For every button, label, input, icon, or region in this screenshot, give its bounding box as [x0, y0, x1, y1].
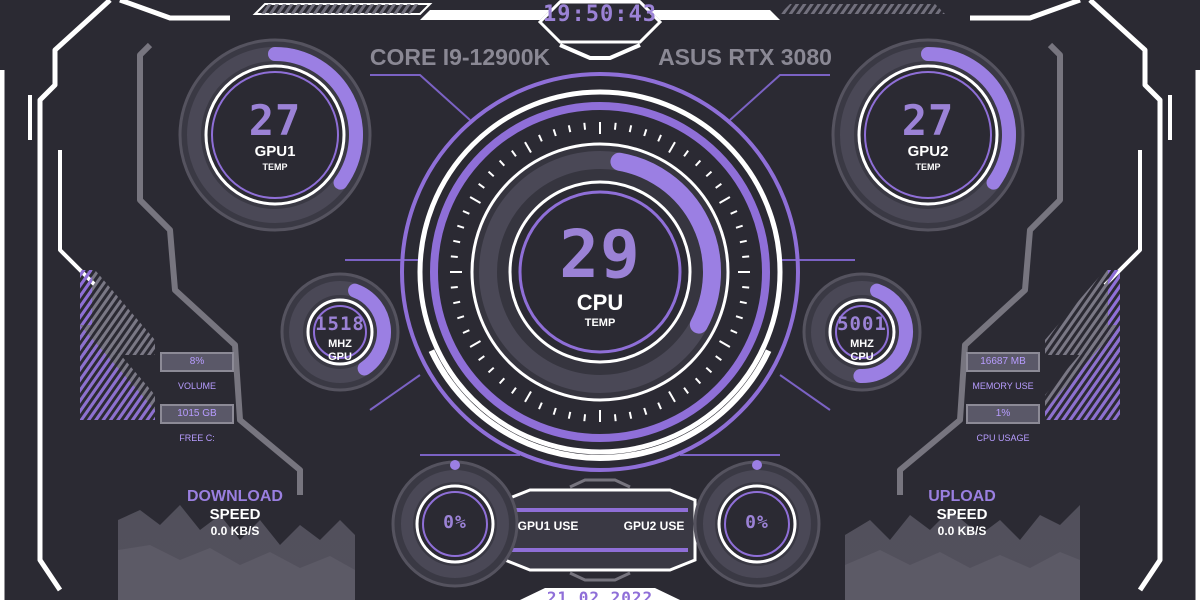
- clock-date: 21.02.2022: [546, 588, 654, 600]
- cpu-clock-label: CPU: [850, 351, 874, 363]
- cpu-gauge-tick: [583, 414, 587, 422]
- left-stripes: [80, 270, 155, 420]
- clock-time: 19:50:43: [543, 2, 657, 27]
- gpu2-temp-sublabel: TEMP: [915, 162, 941, 172]
- memory-use-label: MEMORY USE: [972, 381, 1034, 391]
- cpu-gauge-tick: [742, 285, 750, 289]
- gpu2-use-label: GPU2 USE: [623, 519, 685, 533]
- upload-subtitle: SPEED: [936, 506, 988, 523]
- upload-value: 0.0 KB/S: [937, 524, 987, 538]
- gpu2-temp-label: GPU2: [907, 143, 949, 160]
- cpu-gauge-tick: [567, 411, 572, 419]
- gpu2-use-value: 0%: [745, 512, 769, 533]
- download-title: DOWNLOAD: [187, 488, 283, 505]
- volume-value-box: 8%: [160, 352, 234, 372]
- cpu-temp-label: CPU: [576, 290, 624, 315]
- dashboard: 19:50:43 21.02.2022 CORE I9-12900K ASUS …: [0, 0, 1200, 600]
- gpu1-temp-value: 27: [248, 96, 302, 145]
- download-subtitle: SPEED: [209, 506, 261, 523]
- cpu-usage-value-box: 1%: [966, 404, 1040, 424]
- download-value: 0.0 KB/S: [210, 524, 260, 538]
- cpu-gauge-tick: [628, 125, 633, 133]
- memory-use-value-box: 16687 MB: [966, 352, 1040, 372]
- cpu-gauge-tick: [567, 125, 572, 133]
- cpu-gauge-tick: [453, 300, 461, 305]
- cpu-temp-sublabel: TEMP: [584, 317, 616, 329]
- cpu-clock-unit: MHZ: [850, 338, 874, 350]
- cpu-model-label: CORE I9-12900K: [369, 44, 551, 70]
- gpu2-use-gauge-indicator: [752, 460, 762, 470]
- gpu1-temp-label: GPU1: [254, 143, 296, 160]
- gpu1-temp-sublabel: TEMP: [262, 162, 288, 172]
- gpu2-temp-value: 27: [901, 96, 955, 145]
- cpu-clock-value: 5001: [837, 313, 887, 335]
- cpu-gauge-tick: [742, 255, 750, 259]
- gpu-clock-value: 1518: [315, 313, 365, 335]
- gpu-model-label: ASUS RTX 3080: [658, 44, 832, 70]
- cpu-gauge-tick: [583, 122, 587, 130]
- cpu-gauge-tick: [628, 411, 633, 419]
- cpu-gauge-tick: [613, 414, 617, 422]
- cpu-gauge-tick: [739, 300, 747, 305]
- gpu1-use-value: 0%: [443, 512, 467, 533]
- gpu1-use-label: GPU1 USE: [517, 519, 579, 533]
- gpu1-use-gauge-indicator: [450, 460, 460, 470]
- upload-title: UPLOAD: [928, 488, 996, 505]
- cpu-gauge-tick: [450, 255, 458, 259]
- cpu-usage-label: CPU USAGE: [976, 433, 1030, 443]
- gpu-clock-unit: MHZ: [328, 338, 352, 350]
- cpu-gauge-tick: [450, 285, 458, 289]
- cpu-gauge-tick: [613, 122, 617, 130]
- gpu-clock-label: GPU: [328, 351, 352, 363]
- right-stripes: [1045, 270, 1120, 420]
- cpu-temp-value: 29: [559, 216, 641, 293]
- volume-label: VOLUME: [177, 381, 216, 391]
- cpu-gauge-tick: [739, 239, 747, 244]
- free-disk-label: FREE C:: [179, 433, 215, 443]
- cpu-gauge-tick: [453, 239, 461, 244]
- free-disk-value-box: 1015 GB: [160, 404, 234, 424]
